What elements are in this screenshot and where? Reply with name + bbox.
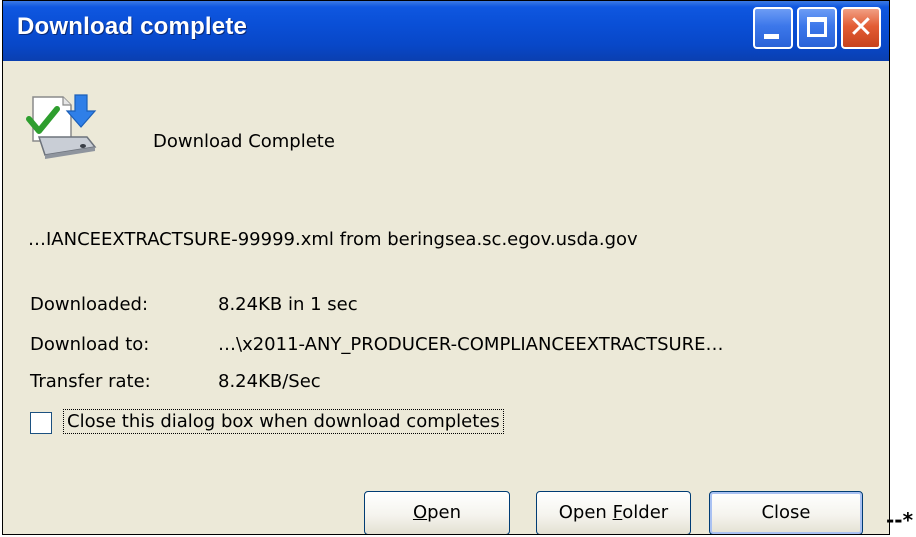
- close-window-button[interactable]: ✕: [841, 7, 881, 49]
- open-folder-mnemonic: F: [612, 502, 623, 523]
- maximize-icon: [807, 17, 827, 37]
- download-complete-icon: [26, 94, 97, 159]
- transfer-rate-value: 8.24KB/Sec: [218, 371, 321, 392]
- close-on-complete-checkbox[interactable]: [30, 412, 52, 434]
- download-to-value: …\x2011-ANY_PRODUCER-COMPLIANCEEXTRACTSU…: [218, 334, 724, 355]
- minimize-button[interactable]: [753, 7, 793, 49]
- file-source-text: …IANCEEXTRACTSURE-99999.xml from berings…: [28, 229, 638, 250]
- downloaded-value: 8.24KB in 1 sec: [218, 294, 358, 315]
- open-mnemonic: O: [412, 502, 428, 523]
- download-complete-dialog: Download complete ✕ Download Complete …I…: [2, 0, 890, 535]
- download-status-heading: Download Complete: [153, 131, 335, 152]
- open-folder-label-rest: older: [622, 502, 669, 523]
- title-bar[interactable]: Download complete ✕: [3, 1, 889, 61]
- close-button[interactable]: Close: [709, 491, 863, 534]
- open-button[interactable]: Open: [364, 491, 510, 534]
- downloaded-label: Downloaded:: [30, 294, 149, 315]
- maximize-button[interactable]: [797, 7, 837, 49]
- download-to-label: Download to:: [30, 334, 150, 355]
- open-folder-label-start: Open: [558, 502, 613, 523]
- window-title: Download complete: [17, 13, 248, 40]
- open-folder-button[interactable]: Open Folder: [536, 491, 691, 534]
- close-on-complete-label[interactable]: Close this dialog box when download comp…: [63, 409, 504, 434]
- minimize-icon: [764, 34, 779, 39]
- transfer-rate-label: Transfer rate:: [30, 371, 151, 392]
- trailing-marker-text: --*: [886, 508, 914, 532]
- close-icon: ✕: [848, 10, 874, 45]
- open-label-rest: pen: [427, 502, 462, 523]
